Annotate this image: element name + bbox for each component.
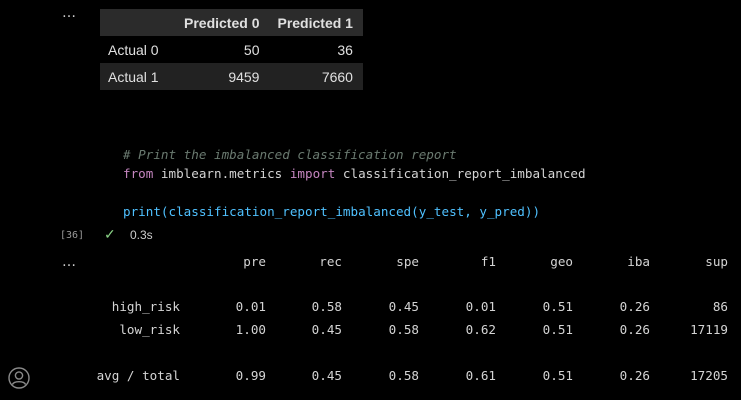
confusion-matrix-table: Predicted 0 Predicted 1 Actual 0 50 36 A…	[100, 9, 363, 90]
execution-count: [36]	[60, 230, 85, 241]
report-row-label: low_risk	[119, 322, 180, 337]
table-row: Actual 1 9459 7660	[100, 63, 363, 90]
table-corner-cell	[100, 9, 176, 36]
column-header-predicted-0: Predicted 0	[184, 14, 260, 31]
header-rec: rec	[319, 254, 342, 269]
report-cell: 0.51	[542, 368, 573, 383]
execution-duration: 0.3s	[130, 228, 153, 242]
header-f1: f1	[480, 254, 496, 269]
report-cell: 0.61	[465, 368, 496, 383]
code-comment: # Print the imbalanced classification re…	[123, 147, 457, 162]
report-row-label: avg / total	[96, 368, 180, 383]
report-cell: 0.45	[388, 299, 419, 314]
print-call: print	[123, 204, 161, 219]
keyword-from: from	[123, 166, 154, 181]
table-cell: 36	[337, 41, 353, 58]
table-cell: 50	[243, 41, 260, 58]
table-cell: 7660	[321, 68, 353, 85]
header-spe: spe	[396, 254, 419, 269]
report-cell: 0.45	[311, 322, 342, 337]
report-cell: 17205	[690, 368, 728, 383]
report-cell: 86	[712, 299, 728, 314]
report-cell: 0.51	[542, 322, 573, 337]
module-name: imblearn.metrics	[153, 166, 290, 181]
report-cell: 0.01	[465, 299, 496, 314]
row-label: Actual 1	[108, 68, 159, 85]
report-cell: 0.26	[619, 368, 650, 383]
report-cell: 0.58	[388, 368, 419, 383]
report-cell: 0.26	[619, 299, 650, 314]
header-sup: sup	[705, 254, 728, 269]
row-label: Actual 0	[108, 41, 159, 58]
column-header-predicted-1: Predicted 1	[277, 14, 353, 31]
report-cell: 17119	[690, 322, 728, 337]
report-cell: 0.62	[465, 322, 496, 337]
table-cell: 9459	[228, 68, 260, 85]
code-editor[interactable]: # Print the imbalanced classification re…	[123, 145, 586, 221]
header-geo: geo	[550, 254, 573, 269]
report-cell: 0.99	[235, 368, 266, 383]
header-pre: pre	[243, 254, 266, 269]
table-header-row: Predicted 0 Predicted 1	[100, 9, 363, 36]
output-menu-ellipsis[interactable]: …	[62, 255, 77, 269]
report-cell: 0.45	[311, 368, 342, 383]
header-iba: iba	[627, 254, 650, 269]
report-cell: 0.26	[619, 322, 650, 337]
table-row: Actual 0 50 36	[100, 36, 363, 63]
report-cell: 0.58	[311, 299, 342, 314]
output-menu-ellipsis[interactable]: …	[62, 6, 77, 20]
function-call: classification_report_imbalanced	[168, 204, 412, 219]
report-cell: 0.51	[542, 299, 573, 314]
checkmark-icon: ✓	[104, 226, 116, 242]
report-cell: 1.00	[235, 322, 266, 337]
report-cell: 0.01	[235, 299, 266, 314]
report-cell: 0.58	[388, 322, 419, 337]
account-icon[interactable]	[8, 367, 30, 389]
paren-open: (	[160, 204, 169, 219]
keyword-import: import	[289, 166, 336, 181]
call-arguments: (y_test, y_pred))	[411, 204, 541, 219]
report-row-label: high_risk	[111, 299, 180, 314]
imported-name: classification_report_imbalanced	[335, 166, 586, 181]
